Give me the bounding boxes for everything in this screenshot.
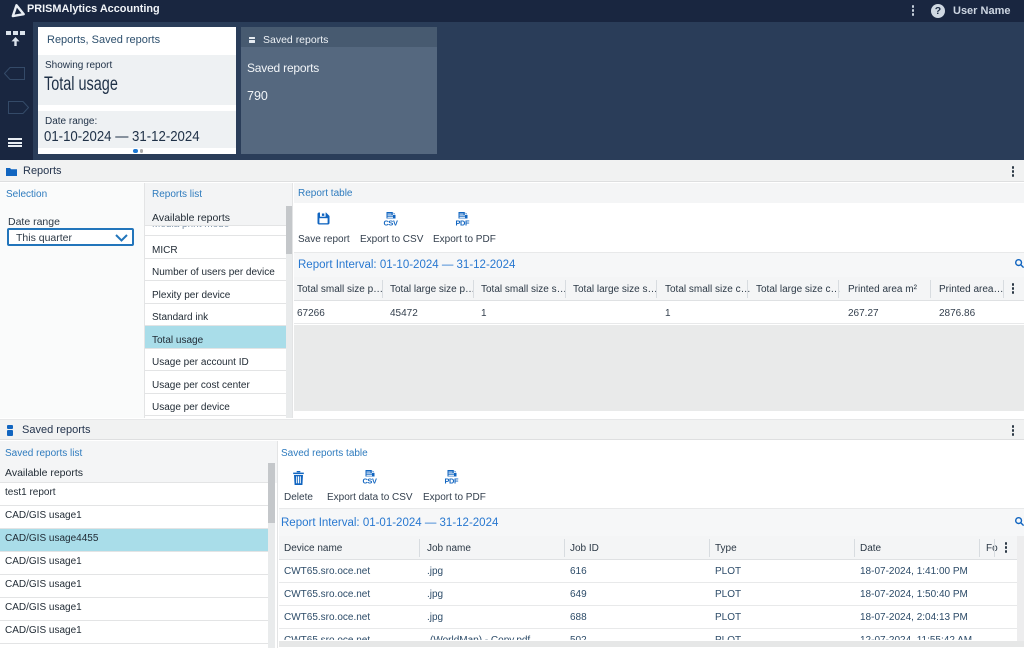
svg-text:CSV: CSV <box>363 476 377 484</box>
svg-text:PDF: PDF <box>445 476 459 484</box>
svg-text:CSV: CSV <box>384 218 398 226</box>
svg-text:PDF: PDF <box>456 218 470 226</box>
